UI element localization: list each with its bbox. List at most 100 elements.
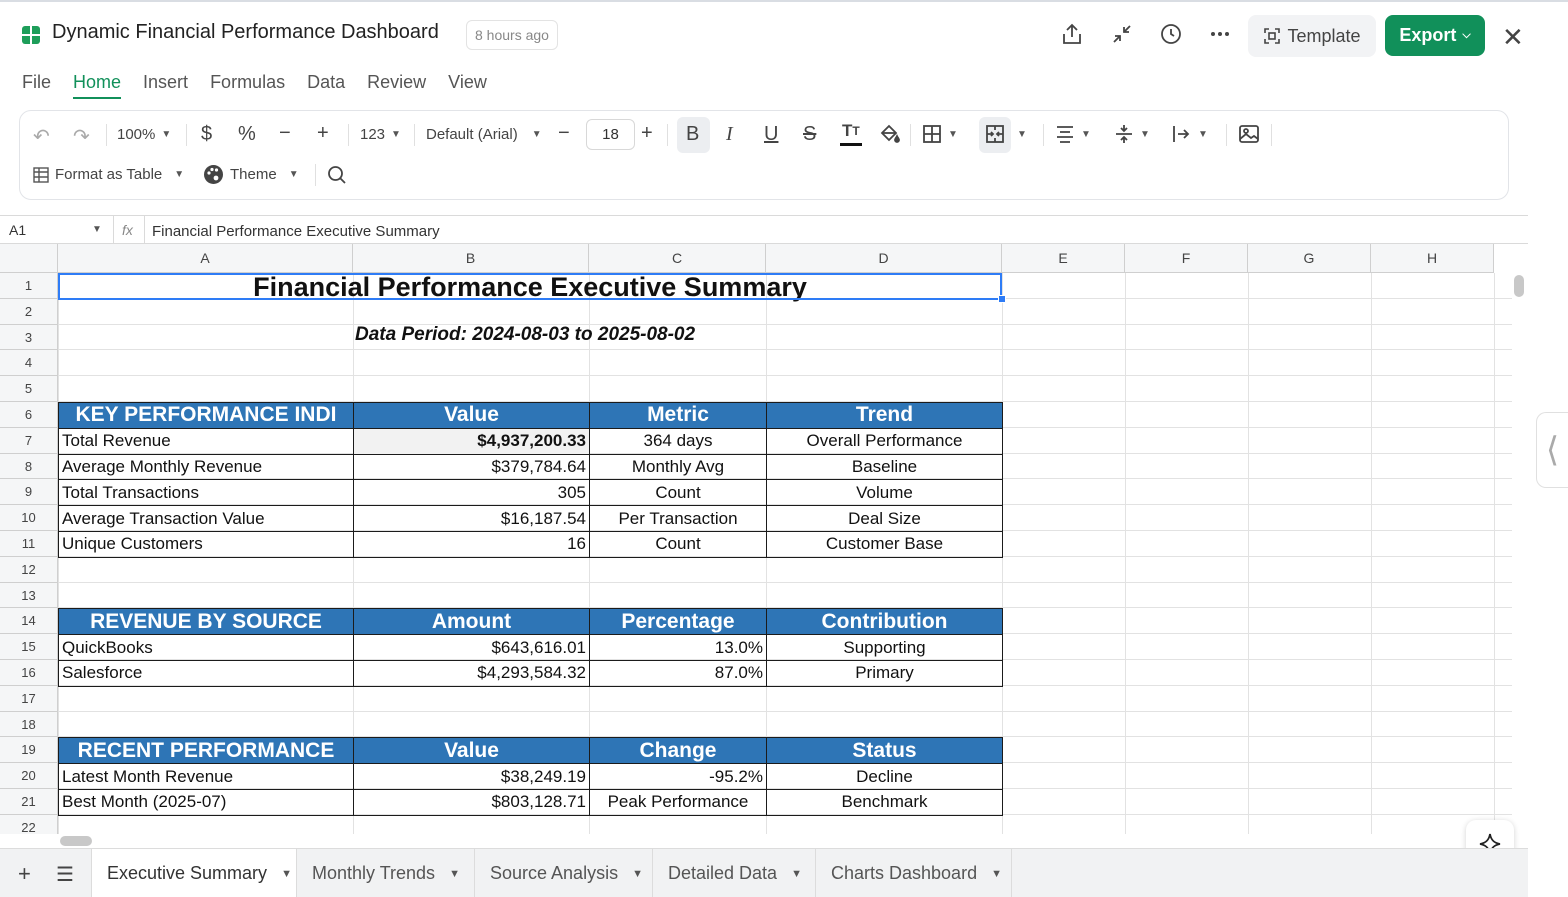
- row-header-19[interactable]: 19: [0, 737, 58, 764]
- kpi-data-cell[interactable]: Overall Performance: [766, 427, 1003, 455]
- horizontal-scrollbar[interactable]: [60, 836, 92, 846]
- kpi-data-cell[interactable]: Unique Customers: [58, 531, 354, 558]
- row-header-9[interactable]: 9: [0, 479, 58, 506]
- name-box[interactable]: A1: [9, 222, 26, 238]
- kpi-header-cell[interactable]: Metric: [589, 402, 767, 429]
- chevron-down-icon[interactable]: ▼: [92, 224, 102, 235]
- row-header-22[interactable]: 22: [0, 814, 58, 834]
- row-header-1[interactable]: 1: [0, 273, 58, 299]
- sheet-tab-detailed-data[interactable]: Detailed Data ▼: [653, 849, 816, 897]
- recent-data-cell[interactable]: -95.2%: [589, 763, 767, 790]
- kpi-header-cell[interactable]: KEY PERFORMANCE INDI: [58, 402, 354, 429]
- kpi-header-cell[interactable]: Trend: [766, 402, 1003, 429]
- column-header-c[interactable]: C: [589, 244, 766, 273]
- revenue-data-cell[interactable]: $4,293,584.32: [353, 660, 590, 687]
- recent-header-cell[interactable]: RECENT PERFORMANCE: [58, 737, 354, 765]
- recent-data-cell[interactable]: Benchmark: [766, 789, 1003, 816]
- menu-home[interactable]: Home: [73, 72, 122, 99]
- strikethrough-icon[interactable]: S: [803, 123, 816, 146]
- row-header-20[interactable]: 20: [0, 763, 58, 789]
- revenue-header-cell[interactable]: Amount: [353, 608, 590, 636]
- column-header-f[interactable]: F: [1125, 244, 1248, 273]
- revenue-data-cell[interactable]: 13.0%: [589, 634, 767, 661]
- kpi-data-cell[interactable]: $379,784.64: [353, 453, 590, 481]
- close-icon[interactable]: ✕: [1502, 22, 1524, 53]
- kpi-data-cell[interactable]: 364 days: [589, 427, 767, 455]
- sheet-list-icon[interactable]: ☰: [56, 862, 74, 887]
- chevron-down-icon[interactable]: ▼: [281, 868, 292, 880]
- decrease-font-size-icon[interactable]: −: [558, 122, 570, 145]
- column-header-b[interactable]: B: [353, 244, 589, 273]
- kpi-data-cell[interactable]: $16,187.54: [353, 505, 590, 532]
- recent-data-cell[interactable]: Peak Performance: [589, 789, 767, 816]
- menu-view[interactable]: View: [448, 72, 487, 98]
- recent-data-cell[interactable]: Decline: [766, 763, 1003, 790]
- revenue-data-cell[interactable]: Supporting: [766, 634, 1003, 661]
- row-header-18[interactable]: 18: [0, 711, 58, 738]
- row-header-5[interactable]: 5: [0, 376, 58, 402]
- row-header-10[interactable]: 10: [0, 505, 58, 531]
- revenue-data-cell[interactable]: Salesforce: [58, 660, 354, 687]
- recent-data-cell[interactable]: $803,128.71: [353, 789, 590, 816]
- borders-icon[interactable]: ▼: [922, 124, 958, 144]
- kpi-data-cell[interactable]: Baseline: [766, 453, 1003, 481]
- horizontal-align-icon[interactable]: ▼: [1055, 125, 1091, 143]
- add-sheet-icon[interactable]: +: [18, 861, 31, 887]
- sheet-tab-charts-dashboard[interactable]: Charts Dashboard ▼: [816, 849, 1012, 897]
- sheet-tab-monthly-trends[interactable]: Monthly Trends ▼: [297, 849, 475, 897]
- kpi-data-cell[interactable]: Average Monthly Revenue: [58, 453, 354, 481]
- vertical-scrollbar[interactable]: [1514, 275, 1524, 297]
- revenue-data-cell[interactable]: $643,616.01: [353, 634, 590, 661]
- kpi-data-cell[interactable]: Average Transaction Value: [58, 505, 354, 532]
- kpi-data-cell[interactable]: Volume: [766, 479, 1003, 507]
- kpi-data-cell[interactable]: Customer Base: [766, 531, 1003, 558]
- kpi-data-cell[interactable]: Deal Size: [766, 505, 1003, 532]
- percent-format-icon[interactable]: %: [238, 123, 256, 146]
- format-as-table-button[interactable]: Format as Table ▼: [33, 166, 184, 183]
- kpi-header-cell[interactable]: Value: [353, 402, 590, 429]
- search-icon[interactable]: [327, 165, 347, 185]
- sheet-tab-source-analysis[interactable]: Source Analysis ▼: [475, 849, 653, 897]
- increase-font-size-icon[interactable]: +: [641, 122, 653, 145]
- redo-icon[interactable]: ↷: [73, 124, 90, 149]
- bold-icon[interactable]: B: [686, 123, 699, 146]
- row-header-13[interactable]: 13: [0, 582, 58, 609]
- chevron-down-icon[interactable]: ▼: [791, 868, 802, 880]
- select-all-corner[interactable]: [0, 244, 58, 273]
- row-header-8[interactable]: 8: [0, 453, 58, 480]
- revenue-header-cell[interactable]: REVENUE BY SOURCE: [58, 608, 354, 636]
- column-header-g[interactable]: G: [1248, 244, 1371, 273]
- insert-image-icon[interactable]: [1239, 125, 1259, 143]
- row-header-11[interactable]: 11: [0, 531, 58, 557]
- column-header-h[interactable]: H: [1371, 244, 1494, 273]
- menu-review[interactable]: Review: [367, 72, 426, 98]
- sheet-tab-executive-summary[interactable]: Executive Summary ▼: [91, 849, 297, 897]
- chevron-down-icon[interactable]: ▼: [449, 868, 460, 880]
- font-family-select[interactable]: Default (Arial) ▼: [426, 126, 542, 143]
- undo-icon[interactable]: ↶: [33, 124, 50, 149]
- fill-color-icon[interactable]: [878, 123, 900, 143]
- row-header-2[interactable]: 2: [0, 298, 58, 325]
- menu-insert[interactable]: Insert: [143, 72, 188, 98]
- share-icon[interactable]: [1060, 22, 1084, 46]
- menu-formulas[interactable]: Formulas: [210, 72, 285, 98]
- row-header-16[interactable]: 16: [0, 660, 58, 686]
- row-header-4[interactable]: 4: [0, 350, 58, 377]
- row-header-14[interactable]: 14: [0, 608, 58, 635]
- kpi-data-cell[interactable]: Total Transactions: [58, 479, 354, 507]
- text-wrap-icon[interactable]: ▼: [1172, 124, 1208, 144]
- recent-header-cell[interactable]: Status: [766, 737, 1003, 765]
- underline-icon[interactable]: U: [764, 123, 778, 146]
- template-button[interactable]: Template: [1248, 15, 1376, 57]
- column-header-e[interactable]: E: [1002, 244, 1125, 273]
- text-color-icon[interactable]: TT: [840, 121, 862, 146]
- currency-format-icon[interactable]: $: [201, 123, 212, 146]
- decrease-decimal-icon[interactable]: −: [279, 122, 291, 145]
- kpi-data-cell[interactable]: Count: [589, 531, 767, 558]
- menu-data[interactable]: Data: [307, 72, 345, 98]
- revenue-data-cell[interactable]: 87.0%: [589, 660, 767, 687]
- row-header-6[interactable]: 6: [0, 402, 58, 428]
- row-header-7[interactable]: 7: [0, 427, 58, 454]
- recent-header-cell[interactable]: Change: [589, 737, 767, 765]
- number-format-select[interactable]: 123 ▼: [360, 126, 401, 143]
